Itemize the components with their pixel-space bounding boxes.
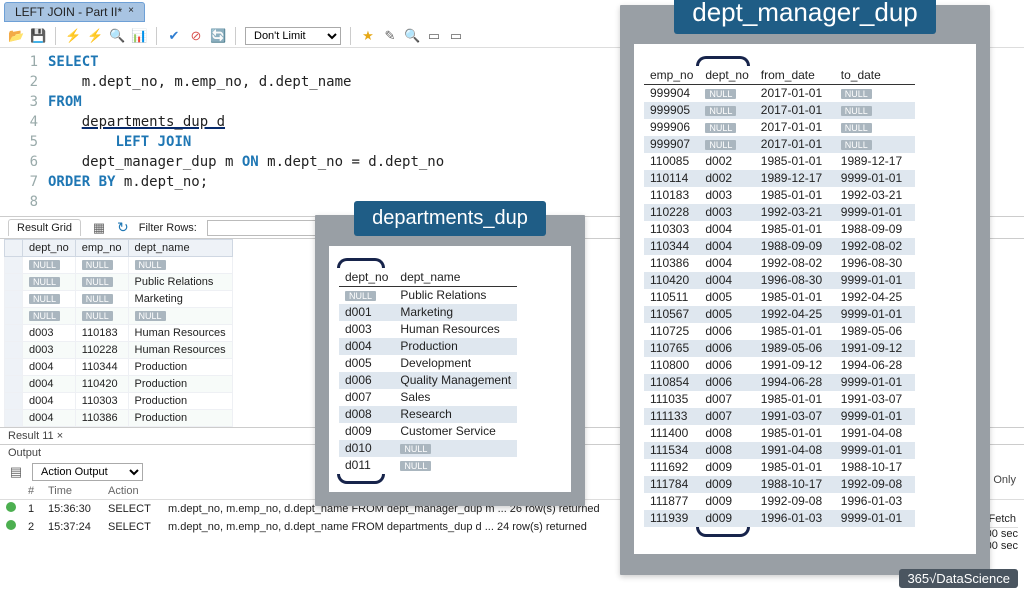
departments-table: dept_no dept_name NULLPublic Relationsd0… xyxy=(339,268,517,474)
table-row: 110725d0061985-01-011989-05-06 xyxy=(644,323,915,340)
callout-title: dept_manager_dup xyxy=(674,0,936,34)
result-grid-tab[interactable]: Result Grid xyxy=(8,219,81,236)
table-row: 111133d0071991-03-079999-01-01 xyxy=(644,408,915,425)
reconnect-icon[interactable]: 🔄 xyxy=(210,28,226,44)
filter-input[interactable] xyxy=(207,220,327,236)
commit-icon[interactable]: ✔ xyxy=(166,28,182,44)
save-icon[interactable]: 💾 xyxy=(30,28,46,44)
refresh-icon[interactable]: ↻ xyxy=(117,219,129,236)
col-header[interactable]: dept_name xyxy=(128,240,232,257)
table-row: 110114d0021989-12-179999-01-01 xyxy=(644,170,915,187)
grid-icon[interactable]: ▦ xyxy=(91,220,107,236)
table-row: 110854d0061994-06-289999-01-01 xyxy=(644,374,915,391)
limit-select[interactable]: Don't Limit xyxy=(245,27,341,45)
find-icon[interactable]: 🔍 xyxy=(404,28,420,44)
callout-managers: dept_manager_dup emp_no dept_no from_dat… xyxy=(620,5,990,575)
result-tab[interactable]: Result 11 × xyxy=(8,430,63,442)
col-header[interactable]: dept_no xyxy=(23,240,76,257)
table-row: d003Human Resources xyxy=(339,321,517,338)
execute-current-icon[interactable]: ⚡ xyxy=(87,28,103,44)
table-row: d001Marketing xyxy=(339,304,517,321)
close-icon[interactable]: × xyxy=(128,5,134,19)
editor-tab[interactable]: LEFT JOIN - Part II* × xyxy=(4,2,145,22)
explain-icon[interactable]: 🔍 xyxy=(109,28,125,44)
table-row: d004Production xyxy=(339,338,517,355)
table-row: 111939d0091996-01-039999-01-01 xyxy=(644,510,915,527)
open-icon[interactable]: 📂 xyxy=(8,28,24,44)
table-row: 110085d0021985-01-011989-12-17 xyxy=(644,153,915,170)
output-type-select[interactable]: Action Output xyxy=(32,463,143,481)
plan-icon[interactable]: 📊 xyxy=(131,28,147,44)
table-row: NULLPublic Relations xyxy=(339,287,517,304)
table-row[interactable]: d004110386Production xyxy=(5,410,233,427)
table-row: 111400d0081985-01-011991-04-08 xyxy=(644,425,915,442)
table-row[interactable]: d004110303Production xyxy=(5,393,233,410)
table-row: 110765d0061989-05-061991-09-12 xyxy=(644,340,915,357)
table-row[interactable]: d004110420Production xyxy=(5,376,233,393)
panel2-icon[interactable]: ▭ xyxy=(448,28,464,44)
panel-icon[interactable]: ▭ xyxy=(426,28,442,44)
table-row[interactable]: NULLNULLNULL xyxy=(5,257,233,274)
table-row[interactable]: d003110228Human Resources xyxy=(5,342,233,359)
stop-icon[interactable]: ⊘ xyxy=(188,28,204,44)
table-row: d011NULL xyxy=(339,457,517,474)
execute-icon[interactable]: ⚡ xyxy=(65,28,81,44)
table-row: d007Sales xyxy=(339,389,517,406)
table-row: 110386d0041992-08-021996-08-30 xyxy=(644,255,915,272)
favorite-icon[interactable]: ★ xyxy=(360,28,376,44)
table-row[interactable]: NULLNULLNULL xyxy=(5,308,233,325)
table-row[interactable]: NULLNULLMarketing xyxy=(5,291,233,308)
callout-departments: departments_dup dept_no dept_name NULLPu… xyxy=(315,215,585,506)
result-grid-table[interactable]: dept_no emp_no dept_name NULLNULLNULLNUL… xyxy=(4,239,233,427)
table-row: 110511d0051985-01-011992-04-25 xyxy=(644,289,915,306)
table-row: 111784d0091988-10-171992-09-08 xyxy=(644,476,915,493)
table-row: d005Development xyxy=(339,355,517,372)
table-row: 110567d0051992-04-259999-01-01 xyxy=(644,306,915,323)
beautify-icon[interactable]: ✎ xyxy=(382,28,398,44)
table-row[interactable]: NULLNULLPublic Relations xyxy=(5,274,233,291)
table-row: 110344d0041988-09-091992-08-02 xyxy=(644,238,915,255)
col-header[interactable]: emp_no xyxy=(75,240,128,257)
table-row[interactable]: d003110183Human Resources xyxy=(5,325,233,342)
editor-tab-label: LEFT JOIN - Part II* xyxy=(15,5,122,19)
table-row: 110420d0041996-08-309999-01-01 xyxy=(644,272,915,289)
managers-table: emp_no dept_no from_date to_date 999904N… xyxy=(644,66,915,527)
table-row: 111692d0091985-01-011988-10-17 xyxy=(644,459,915,476)
table-row: 110800d0061991-09-121994-06-28 xyxy=(644,357,915,374)
output-list-icon[interactable]: ▤ xyxy=(8,464,24,480)
table-row: 110303d0041985-01-011988-09-09 xyxy=(644,221,915,238)
table-row: 999904NULL2017-01-01NULL xyxy=(644,85,915,102)
table-row: d009Customer Service xyxy=(339,423,517,440)
table-row[interactable]: d004110344Production xyxy=(5,359,233,376)
table-row: d010NULL xyxy=(339,440,517,457)
table-row: 111534d0081991-04-089999-01-01 xyxy=(644,442,915,459)
callout-title: departments_dup xyxy=(354,201,546,236)
table-row: 999905NULL2017-01-01NULL xyxy=(644,102,915,119)
table-row: 110183d0031985-01-011992-03-21 xyxy=(644,187,915,204)
table-row: 110228d0031992-03-219999-01-01 xyxy=(644,204,915,221)
table-row: 999907NULL2017-01-01NULL xyxy=(644,136,915,153)
filter-label: Filter Rows: xyxy=(139,222,197,234)
table-row: d008Research xyxy=(339,406,517,423)
table-row: 111877d0091992-09-081996-01-03 xyxy=(644,493,915,510)
table-row: d006Quality Management xyxy=(339,372,517,389)
table-row: 999906NULL2017-01-01NULL xyxy=(644,119,915,136)
logo-badge: 365√DataScience xyxy=(899,569,1018,588)
table-row: 111035d0071985-01-011991-03-07 xyxy=(644,391,915,408)
